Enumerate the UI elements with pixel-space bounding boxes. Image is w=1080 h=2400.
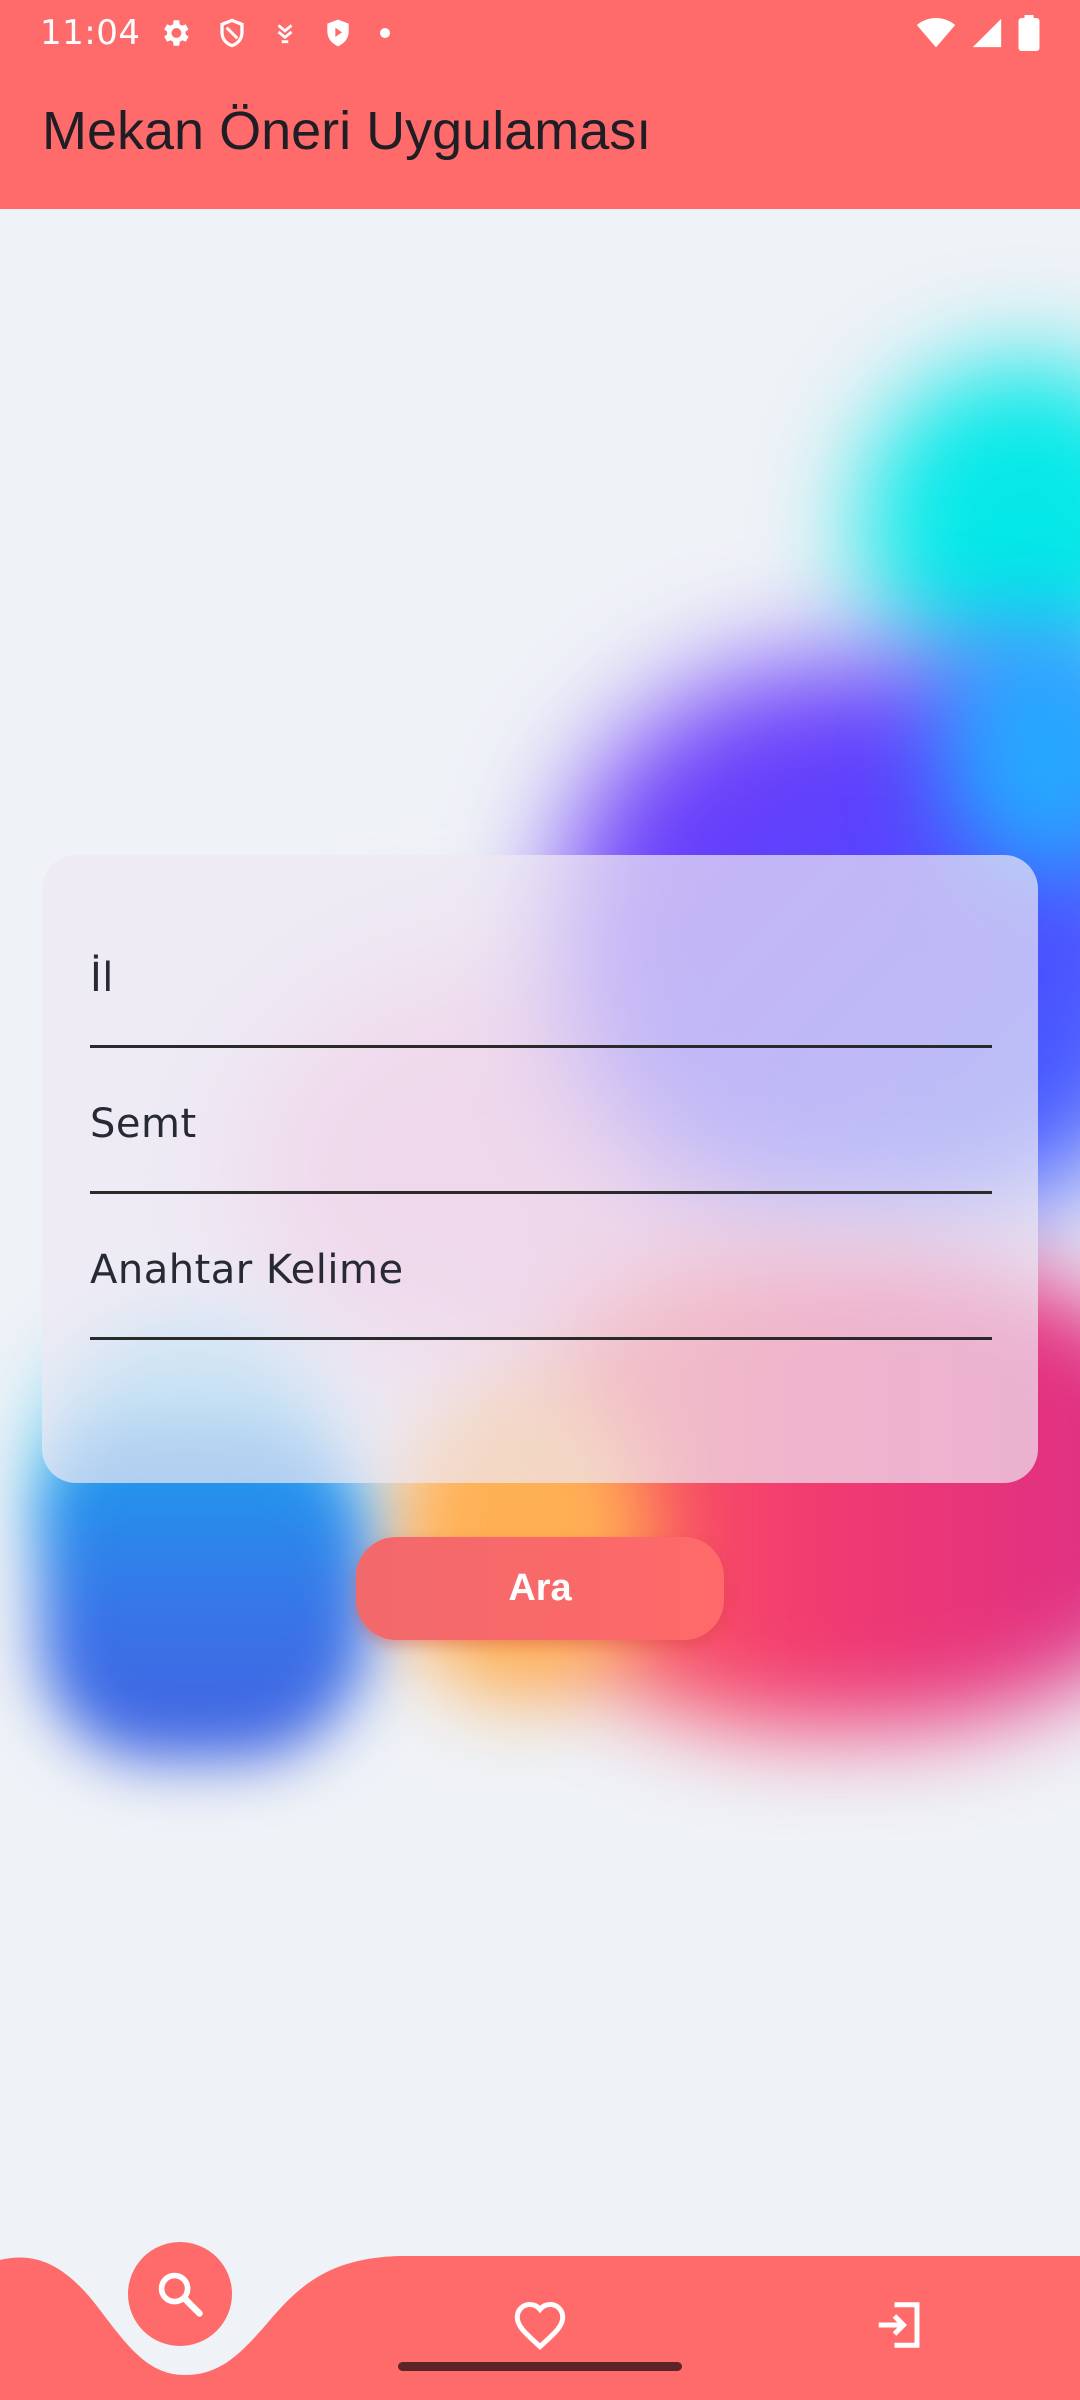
status-icons-left [158,16,392,50]
logout-icon [878,2302,920,2348]
status-time: 11:04 [40,13,141,53]
heart-icon [514,2302,566,2350]
nav-logout-button[interactable] [866,2292,932,2358]
nav-favorites-button[interactable] [506,2294,574,2356]
status-bar: 11:04 [0,0,1080,66]
page-title: Mekan Öneri Uygulaması [42,100,652,161]
search-icon [158,2272,203,2317]
play-shield-icon [327,19,350,47]
app-bar: Mekan Öneri Uygulaması [0,66,1080,209]
keyword-field[interactable]: Anahtar Kelime [90,1194,992,1340]
shield-icon [220,18,245,48]
search-form-card: İl Semt Anahtar Kelime [42,855,1038,1483]
bottom-navigation [0,2230,1080,2400]
city-field[interactable]: İl [90,855,992,1048]
keyword-field-label: Anahtar Kelime [90,1247,404,1293]
battery-icon [1018,15,1040,51]
gear-icon [164,20,190,46]
city-field-label: İl [90,955,114,1001]
district-field-label: Semt [90,1101,197,1147]
nav-search-button[interactable] [128,2242,232,2346]
status-icons-right [916,15,1040,51]
home-indicator[interactable] [398,2362,682,2371]
search-button[interactable]: Ara [356,1537,724,1640]
signal-icon [972,18,1002,48]
download-icon [278,24,293,44]
wifi-icon [916,17,956,48]
dot-icon [380,28,391,38]
district-field[interactable]: Semt [90,1048,992,1194]
app-screen: 11:04 Mekan Öneri Uygulaması İl Semt Ana… [0,0,1080,2400]
